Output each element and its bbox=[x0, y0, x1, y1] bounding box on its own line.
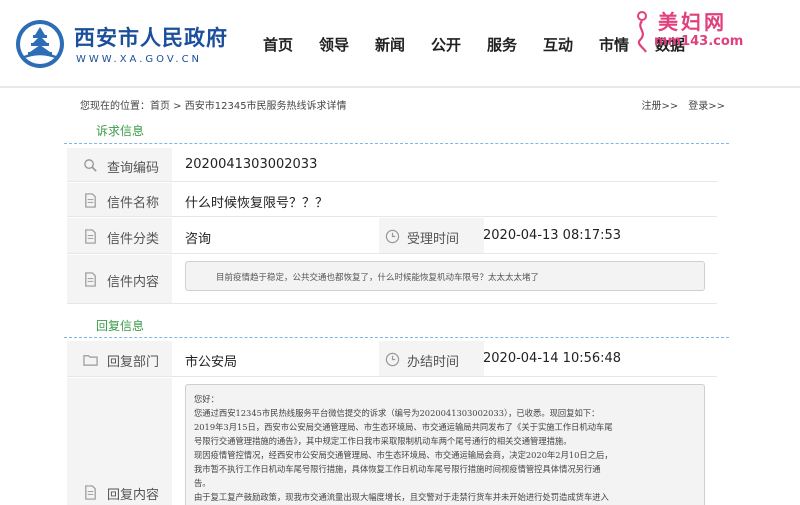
query-code-label: 查询编码 bbox=[107, 161, 160, 176]
header-divider bbox=[0, 86, 800, 88]
done-time-label: 办结时间 bbox=[407, 355, 460, 370]
letter-content-row: 信件内容 目前疫情趋于稳定，公共交通也都恢复了，什么时候能恢复机动车限号？太太太… bbox=[67, 255, 717, 304]
breadcrumb-current: 西安市12345市民服务热线诉求详情 bbox=[184, 101, 347, 112]
document-icon bbox=[85, 193, 96, 208]
watermark-figure-icon bbox=[637, 11, 647, 53]
accept-time-value: 2020-04-13 08:17:53 bbox=[483, 228, 622, 243]
letter-type-row: 信件分类 咨询 受理时间 2020-04-13 08:17:53 bbox=[67, 218, 717, 254]
watermark-url: mm143.com bbox=[654, 34, 744, 49]
reply-content-box: 您好： 您通过西安12345市民热线服务平台微信提交的诉求（编号为2020041… bbox=[185, 384, 705, 505]
document-icon bbox=[85, 229, 96, 244]
site-url: WWW.XA.GOV.CN bbox=[76, 54, 203, 65]
xian-logo-icon bbox=[16, 20, 64, 68]
reply-dept-row: 回复部门 市公安局 办结时间 2020-04-14 10:56:48 bbox=[67, 341, 717, 377]
letter-name-label: 信件名称 bbox=[107, 196, 160, 211]
nav-item-services[interactable]: 服务 bbox=[474, 34, 530, 55]
reply-dept-value: 市公安局 bbox=[185, 355, 238, 370]
clock-icon bbox=[385, 229, 400, 244]
reply-line: 我市暂不执行工作日机动车尾号限行措施，具体恢复工作日机动车尾号限行措施时间视疫情… bbox=[194, 464, 601, 474]
reply-line: 现因疫情管控情况，经西安市公安局交通管理局、市生态环境局、市交通运输局会商，决定… bbox=[194, 450, 613, 460]
breadcrumb-home-link[interactable]: 首页 bbox=[150, 101, 170, 112]
letter-content-box: 目前疫情趋于稳定，公共交通也都恢复了，什么时候能恢复机动车限号？太太太太堵了 bbox=[185, 261, 705, 291]
document-icon bbox=[85, 272, 96, 287]
query-code-row: 查询编码 2020041303002033 bbox=[67, 148, 717, 182]
site-title: 西安市人民政府 bbox=[74, 26, 228, 50]
reply-line: 您通过西安12345市民热线服务平台微信提交的诉求（编号为20200413030… bbox=[194, 408, 600, 418]
letter-name-value: 什么时候恢复限号？？？ bbox=[185, 196, 329, 211]
letter-content-label: 信件内容 bbox=[107, 275, 160, 290]
breadcrumb: 您现在的位置：首页 > 西安市12345市民服务热线诉求详情 注册>> 登录>> bbox=[80, 97, 725, 113]
appeal-section-title: 诉求信息 bbox=[96, 124, 145, 138]
clock-icon bbox=[385, 352, 400, 367]
search-icon bbox=[84, 159, 97, 172]
letter-name-row: 信件名称 什么时候恢复限号？？？ bbox=[67, 183, 717, 217]
reply-section-title: 回复信息 bbox=[96, 319, 145, 333]
reply-line: 由于复工复产鼓励政策，现我市交通流量出现大幅度增长，且交警对于走禁行货车并未开始… bbox=[194, 492, 609, 502]
reply-content-row: 回复内容 您好： 您通过西安12345市民热线服务平台微信提交的诉求（编号为20… bbox=[67, 378, 717, 505]
letter-type-value: 咨询 bbox=[185, 232, 212, 247]
reply-line: 2019年3月15日，西安市公安局交通管理局、市生态环境局、市交通运输局共同发布… bbox=[194, 422, 613, 432]
nav-item-news[interactable]: 新闻 bbox=[362, 34, 418, 55]
nav-item-home[interactable]: 首页 bbox=[250, 34, 306, 55]
letter-content-text: 目前疫情趋于稳定，公共交通也都恢复了，什么时候能恢复机动车限号？太太太太堵了 bbox=[216, 273, 540, 283]
section-divider bbox=[64, 337, 729, 338]
reply-content-label: 回复内容 bbox=[107, 488, 160, 503]
login-link[interactable]: 登录>> bbox=[688, 101, 725, 112]
folder-icon bbox=[83, 355, 98, 366]
query-code-value: 2020041303002033 bbox=[185, 157, 318, 172]
nav-item-leaders[interactable]: 领导 bbox=[306, 34, 362, 55]
reply-line: 号限行交通管理措施的通告》，其中规定工作日我市采取限制机动车两个尾号通行的相关交… bbox=[194, 436, 572, 446]
reply-line: 告。 bbox=[194, 478, 211, 488]
nav-item-interaction[interactable]: 互动 bbox=[530, 34, 586, 55]
register-link[interactable]: 注册>> bbox=[641, 101, 678, 112]
letter-type-label: 信件分类 bbox=[107, 232, 160, 247]
nav-item-public[interactable]: 公开 bbox=[418, 34, 474, 55]
breadcrumb-separator: > bbox=[170, 101, 185, 112]
accept-time-label: 受理时间 bbox=[407, 232, 460, 247]
breadcrumb-prefix: 您现在的位置： bbox=[80, 101, 150, 112]
reply-line: 您好： bbox=[194, 394, 219, 404]
reply-dept-label: 回复部门 bbox=[107, 355, 160, 370]
watermark: 美妇网 mm143.com bbox=[628, 6, 788, 58]
done-time-value: 2020-04-14 10:56:48 bbox=[483, 351, 622, 366]
watermark-title: 美妇网 bbox=[658, 10, 727, 34]
section-divider bbox=[64, 143, 729, 144]
document-icon bbox=[85, 485, 96, 500]
site-logo[interactable]: 西安市人民政府 WWW.XA.GOV.CN bbox=[14, 16, 244, 72]
site-header: 西安市人民政府 WWW.XA.GOV.CN 首页 领导 新闻 公开 服务 互动 … bbox=[0, 0, 800, 88]
